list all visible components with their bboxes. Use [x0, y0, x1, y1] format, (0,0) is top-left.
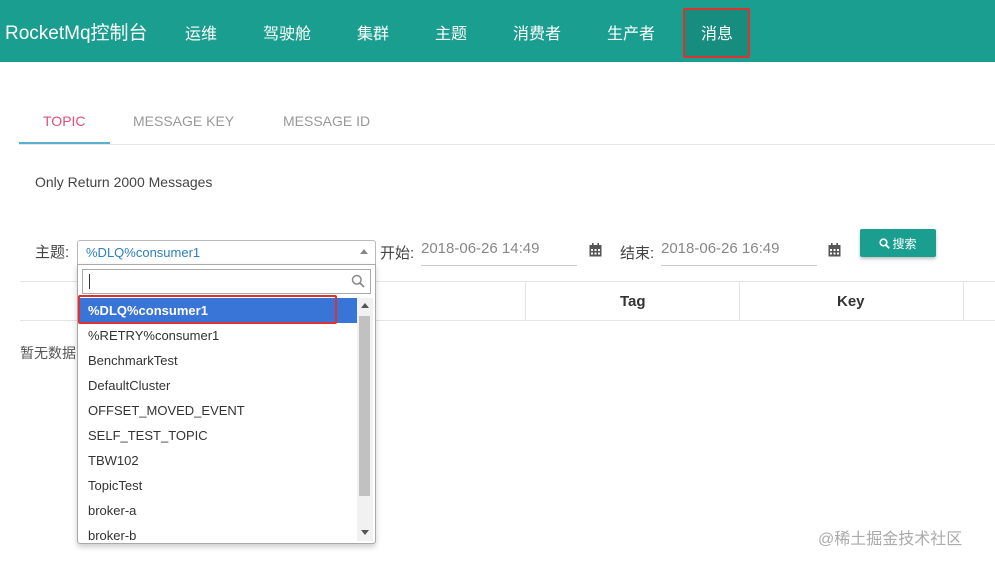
tab-divider	[19, 144, 995, 145]
dropdown-option[interactable]: OFFSET_MOVED_EVENT	[78, 398, 357, 423]
dropdown-option[interactable]: DefaultCluster	[78, 373, 357, 398]
nav-item-producer[interactable]: 生产者	[607, 20, 655, 44]
selected-option-highlight	[78, 295, 337, 324]
end-label: 结束:	[620, 245, 655, 262]
scroll-up-arrow-icon[interactable]	[361, 303, 369, 308]
calendar-icon[interactable]	[828, 243, 841, 257]
dropdown-option[interactable]: TBW102	[78, 448, 357, 473]
chevron-up-icon	[360, 249, 368, 254]
nav-item-dashboard[interactable]: 驾驶舱	[263, 20, 311, 44]
start-date-input[interactable]: 2018-06-26 14:49	[421, 240, 577, 266]
start-label: 开始:	[380, 245, 415, 262]
topic-select-value: %DLQ%consumer1	[86, 245, 201, 260]
brand-title[interactable]: RocketMq控制台	[5, 18, 148, 45]
dropdown-option[interactable]: %RETRY%consumer1	[78, 323, 357, 348]
end-date-input[interactable]: 2018-06-26 16:49	[661, 240, 817, 266]
column-header-key: Key	[837, 293, 865, 310]
search-icon	[879, 237, 891, 249]
dropdown-option[interactable]: broker-b	[78, 523, 357, 543]
topic-select[interactable]: %DLQ%consumer1	[77, 240, 376, 265]
nav-item-consumer[interactable]: 消费者	[513, 20, 561, 44]
search-button[interactable]: 搜索	[860, 229, 936, 257]
column-divider	[739, 282, 740, 320]
column-header-tag: Tag	[620, 293, 646, 310]
nav-item-cluster[interactable]: 集群	[357, 20, 389, 44]
search-icon	[351, 274, 365, 288]
tab-message-key[interactable]: MESSAGE KEY	[133, 113, 234, 129]
column-divider	[525, 282, 526, 320]
tab-message-id[interactable]: MESSAGE ID	[283, 113, 370, 129]
dropdown-scrollbar[interactable]	[357, 298, 373, 541]
dropdown-option-list: %DLQ%consumer1 %RETRY%consumer1 Benchmar…	[78, 298, 357, 543]
nav-item-ops[interactable]: 运维	[185, 20, 217, 44]
tab-topic[interactable]: TOPIC	[43, 113, 86, 129]
dropdown-option[interactable]: SELF_TEST_TOPIC	[78, 423, 357, 448]
topic-label: 主题:	[35, 244, 70, 261]
column-divider	[963, 282, 964, 320]
dropdown-search-input[interactable]	[82, 269, 371, 294]
notice-text: Only Return 2000 Messages	[35, 174, 213, 190]
scrollbar-thumb[interactable]	[359, 316, 370, 496]
scroll-down-arrow-icon[interactable]	[361, 530, 369, 535]
dropdown-option[interactable]: TopicTest	[78, 473, 357, 498]
calendar-icon[interactable]	[589, 243, 602, 257]
top-navbar: RocketMq控制台 运维 驾驶舱 集群 主题 消费者 生产者 消息	[0, 0, 995, 62]
nav-item-topic[interactable]: 主题	[435, 20, 467, 44]
dropdown-option[interactable]: broker-a	[78, 498, 357, 523]
empty-table-text: 暂无数据	[20, 345, 76, 361]
search-button-label: 搜索	[892, 236, 917, 251]
dropdown-option[interactable]: BenchmarkTest	[78, 348, 357, 373]
nav-item-message[interactable]: 消息	[701, 20, 733, 44]
text-cursor	[89, 274, 90, 289]
watermark: @稀土掘金技术社区	[818, 531, 963, 548]
